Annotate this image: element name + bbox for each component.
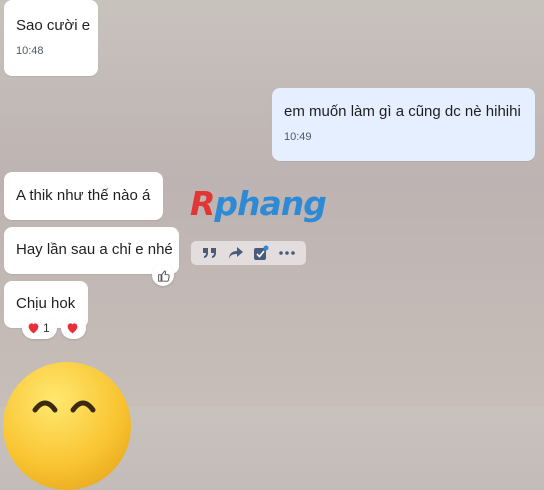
message-bubble[interactable]: Hay lần sau a chỉ e nhé (4, 227, 179, 274)
watermark-logo: Rphang (190, 184, 327, 223)
message-text: Sao cười e (16, 17, 91, 34)
reaction-count: 1 (43, 321, 50, 335)
heart-icon (67, 323, 78, 334)
message-text: em muốn làm gì a cũng dc nè hihihi (284, 103, 521, 120)
heart-icon (28, 323, 39, 334)
thumbs-up-icon (157, 270, 170, 282)
forward-icon[interactable] (227, 244, 245, 262)
message-time: 10:48 (16, 45, 44, 57)
like-button[interactable] (152, 264, 174, 286)
reaction-summary[interactable]: 1 (22, 317, 57, 339)
more-icon[interactable] (278, 244, 296, 262)
message-bubble[interactable]: A thik như thế nào á (4, 172, 163, 220)
message-text: Chịu hok (16, 295, 76, 312)
message-text: Hay lần sau a chỉ e nhé (16, 241, 173, 258)
message-bubble-outgoing[interactable]: em muốn làm gì a cũng dc nè hihihi 10:49 (272, 88, 535, 161)
message-text: A thik như thế nào á (16, 187, 151, 204)
message-bubble[interactable]: Sao cười e 10:48 (4, 0, 98, 76)
message-time: 10:49 (284, 131, 312, 143)
message-action-toolbar (191, 241, 306, 265)
smiling-emoji-sticker[interactable] (3, 362, 131, 490)
select-icon[interactable] (252, 244, 270, 262)
react-heart-button[interactable] (61, 317, 86, 339)
quote-icon[interactable] (201, 244, 219, 262)
